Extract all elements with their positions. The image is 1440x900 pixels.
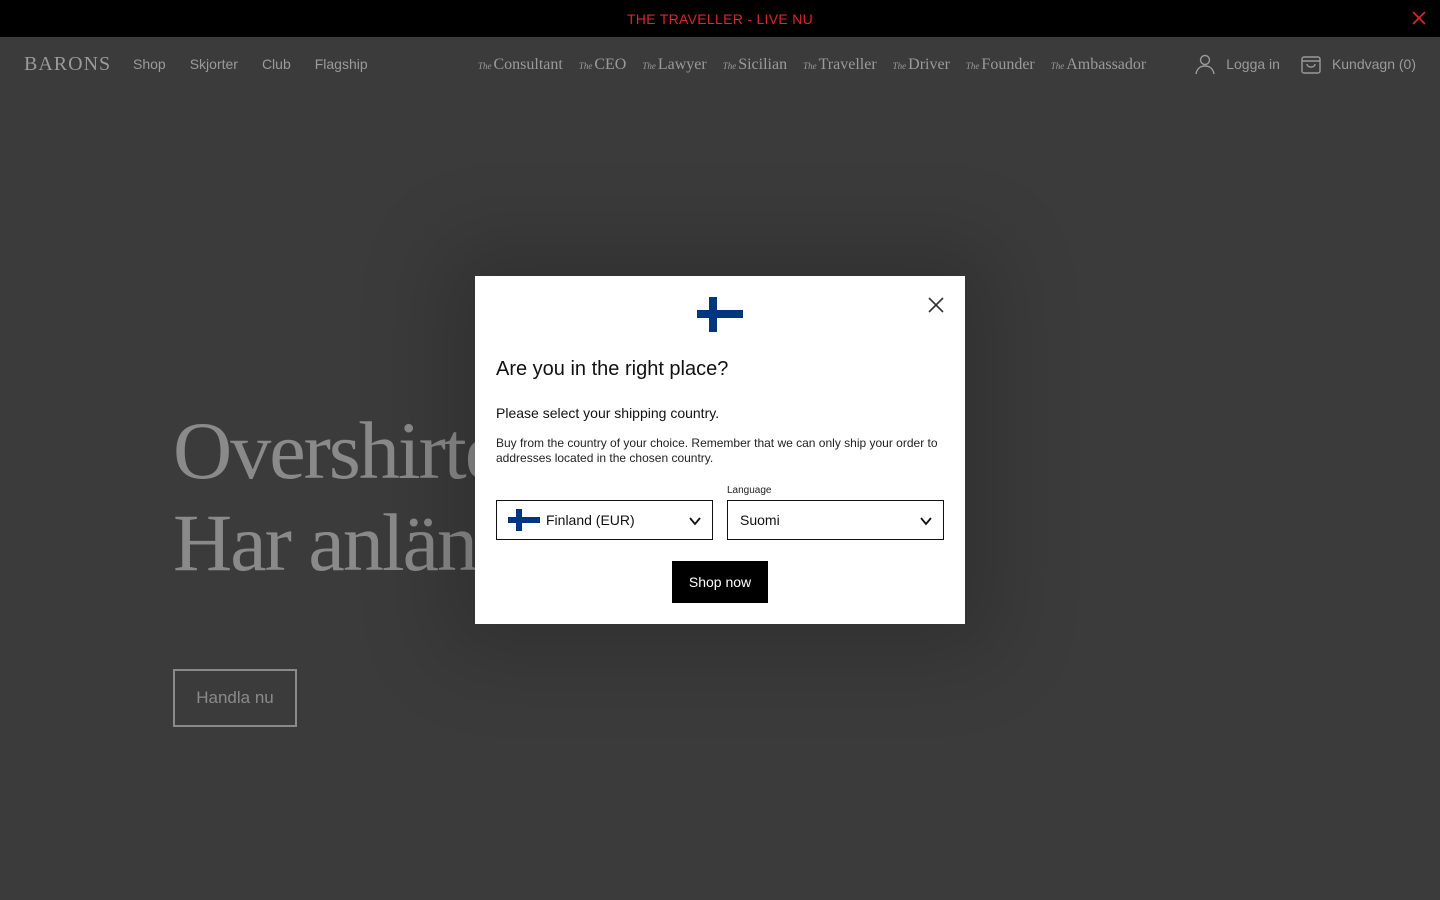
close-modal-icon[interactable]	[927, 296, 945, 314]
site-header: BARONS Shop Skjorter Club Flagship The Co…	[0, 37, 1440, 93]
persona-sicilian[interactable]: The Sicilian	[723, 56, 787, 74]
chevron-down-icon	[689, 517, 701, 526]
country-select[interactable]: Finland (EUR)	[496, 500, 713, 540]
nav-shop[interactable]: Shop	[133, 56, 166, 72]
hero-headline: Overshirte Har anlänt	[173, 405, 501, 589]
announcement-text[interactable]: THE TRAVELLER - LIVE NU	[627, 11, 813, 27]
shop-now-button[interactable]: Shop now	[672, 561, 768, 603]
language-select[interactable]: Suomi	[727, 500, 944, 540]
modal-title: Are you in the right place?	[496, 358, 729, 380]
nav-club[interactable]: Club	[262, 56, 291, 72]
hero-line-2: Har anlänt	[173, 497, 499, 588]
persona-consultant[interactable]: The Consultant	[478, 56, 563, 74]
modal-body-text: Buy from the country of your choice. Rem…	[496, 436, 938, 465]
hero-cta-button[interactable]: Handla nu	[173, 669, 297, 727]
persona-lawyer[interactable]: The Lawyer	[642, 56, 706, 74]
cart-link[interactable]: Kundvagn (0)	[1300, 53, 1416, 75]
country-selector-modal: Are you in the right place? Please selec…	[475, 276, 965, 624]
persona-ceo[interactable]: The CEO	[579, 56, 627, 74]
hero-line-1: Overshirte	[173, 405, 501, 496]
nav-flagship[interactable]: Flagship	[315, 56, 368, 72]
announcement-bar: THE TRAVELLER - LIVE NU	[0, 0, 1440, 37]
barons-logo[interactable]: BARONS	[24, 53, 111, 76]
user-icon	[1195, 54, 1215, 75]
chevron-down-icon	[920, 517, 932, 526]
country-select-value: Finland (EUR)	[546, 512, 635, 528]
cart-label: Kundvagn (0)	[1331, 56, 1416, 72]
language-label: Language	[727, 485, 772, 496]
persona-driver[interactable]: The Driver	[893, 56, 950, 74]
modal-subtitle: Please select your shipping country.	[496, 405, 720, 421]
shopping-bag-icon	[1301, 56, 1321, 74]
finland-flag-small-icon	[508, 509, 540, 531]
language-select-value: Suomi	[740, 512, 780, 528]
persona-traveller[interactable]: The Traveller	[803, 56, 877, 74]
persona-founder[interactable]: The Founder	[966, 56, 1035, 74]
main-nav: Shop Skjorter Club Flagship	[133, 56, 368, 72]
login-link[interactable]: Logga in	[1194, 53, 1280, 75]
persona-ambassador[interactable]: The Ambassador	[1051, 56, 1146, 74]
finland-flag-icon	[697, 297, 743, 332]
login-label: Logga in	[1226, 56, 1280, 72]
nav-skjorter[interactable]: Skjorter	[190, 56, 238, 72]
persona-nav: The Consultant The CEO The Lawyer The Sicili…	[478, 56, 1146, 74]
account-nav: Logga in Kundvagn (0)	[1194, 53, 1416, 75]
close-announcement-icon[interactable]	[1410, 9, 1428, 27]
